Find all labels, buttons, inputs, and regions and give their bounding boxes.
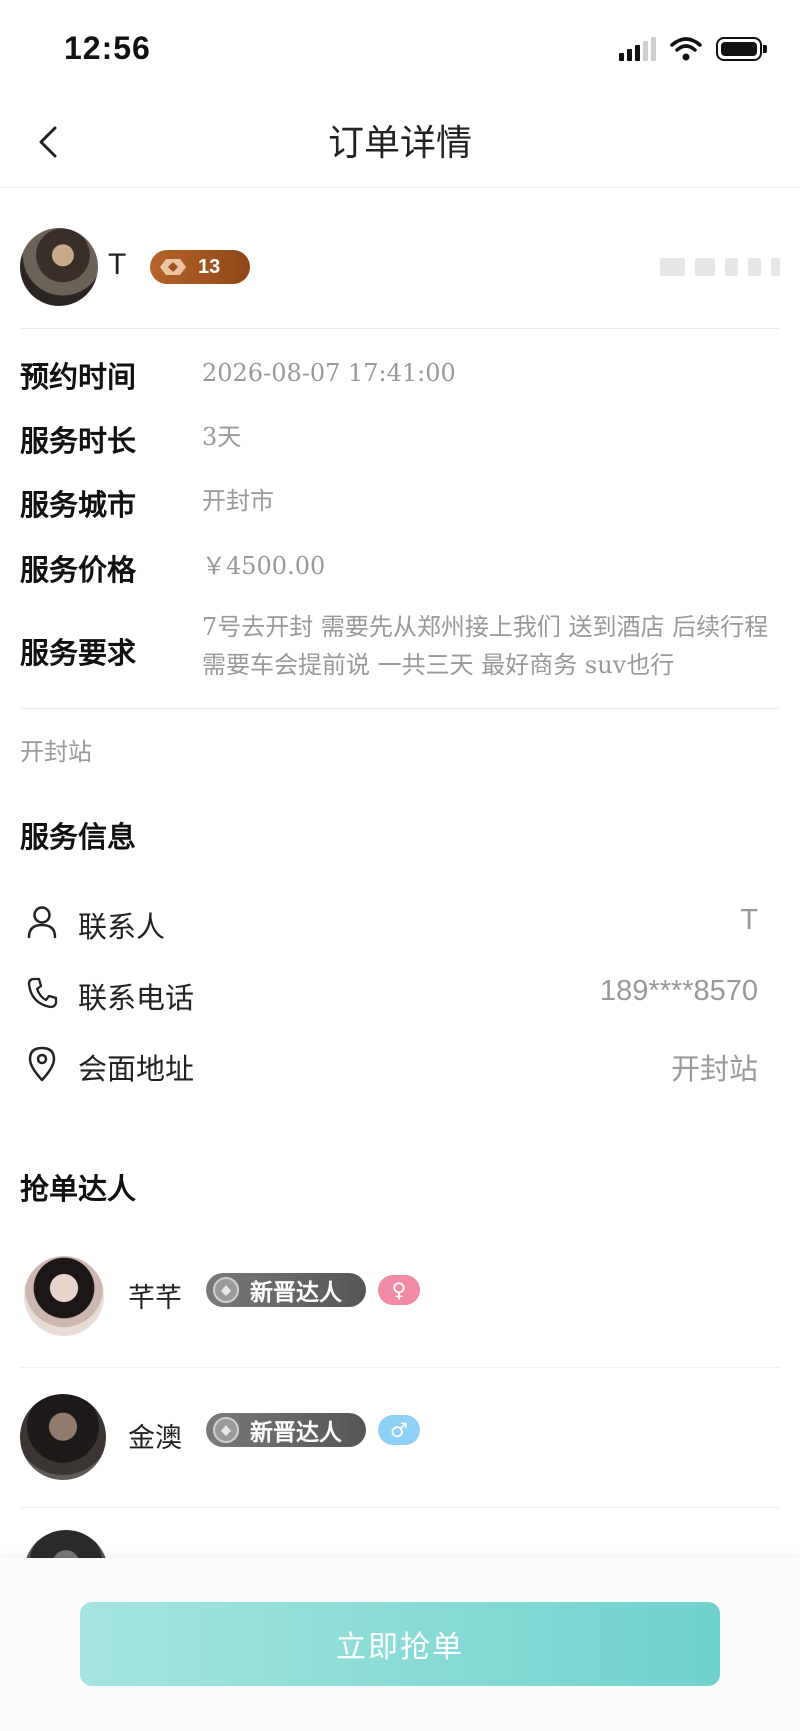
- status-icons: [619, 36, 767, 62]
- grabbers-title: 抢单达人: [20, 1172, 137, 1206]
- avatar: [24, 1256, 104, 1336]
- grabber-item[interactable]: 芊芊 新晋达人 ♀: [20, 1228, 780, 1368]
- person-icon: [24, 904, 60, 940]
- nav-bar: 订单详情: [0, 96, 800, 188]
- grabber-name: 芊芊: [128, 1283, 182, 1314]
- info-value: 189****8570: [599, 975, 758, 1007]
- detail-row-requirements: 服务要求 7号去开封 需要先从郑州接上我们 送到酒店 后续行程需要车会提前说 一…: [20, 608, 780, 688]
- blurred-text: [660, 258, 781, 278]
- detail-value: 2026-08-07 17:41:00: [202, 359, 456, 387]
- detail-value: 3天: [202, 423, 242, 451]
- contact-person-row: 联系人 T: [20, 898, 758, 948]
- detail-label: 服务价格: [20, 553, 137, 587]
- signal-icon: [619, 37, 656, 61]
- service-info-title: 服务信息: [20, 820, 137, 854]
- phone-icon: [24, 975, 60, 1011]
- male-icon: ♂: [378, 1415, 420, 1445]
- divider: [20, 708, 780, 709]
- tag-text: 新晋达人: [250, 1280, 342, 1306]
- badge-icon: [210, 1416, 242, 1444]
- wifi-icon: [670, 37, 702, 61]
- female-icon: ♀: [378, 1275, 420, 1305]
- detail-label: 服务时长: [20, 424, 137, 458]
- grabber-name: 金澳: [128, 1423, 182, 1454]
- info-label: 会面地址: [78, 1052, 195, 1086]
- detail-row-appointment-time: 预约时间 2026-08-07 17:41:00: [20, 352, 780, 396]
- info-value: T: [740, 904, 758, 936]
- detail-label: 服务要求: [20, 636, 137, 670]
- info-value: 开封站: [670, 1054, 758, 1086]
- grab-order-button[interactable]: 立即抢单: [80, 1602, 720, 1686]
- badge-icon: [210, 1276, 242, 1304]
- level-badge: 13: [150, 250, 250, 284]
- status-bar: 12:56: [0, 0, 800, 96]
- bottom-action-bar: 立即抢单: [0, 1558, 800, 1731]
- avatar[interactable]: [20, 228, 98, 306]
- station-text: 开封站: [20, 738, 92, 766]
- detail-value: 开封市: [202, 487, 274, 515]
- detail-value: ￥4500.00: [202, 552, 326, 580]
- battery-icon: [716, 37, 767, 61]
- grabber-item[interactable]: 金澳 新晋达人 ♂: [20, 1368, 780, 1508]
- info-label: 联系电话: [78, 981, 195, 1015]
- info-label: 联系人: [78, 910, 166, 944]
- order-user: T 13: [20, 228, 781, 306]
- meeting-address-row[interactable]: 会面地址 开封站: [20, 1040, 758, 1090]
- detail-value: 7号去开封 需要先从郑州接上我们 送到酒店 后续行程需要车会提前说 一共三天 最…: [202, 613, 769, 679]
- avatar: [20, 1394, 106, 1480]
- tag-text: 新晋达人: [250, 1420, 342, 1446]
- new-talent-badge: 新晋达人: [206, 1413, 366, 1447]
- detail-label: 服务城市: [20, 488, 137, 522]
- location-pin-icon: [24, 1046, 60, 1082]
- new-talent-badge: 新晋达人: [206, 1273, 366, 1307]
- contact-phone-row[interactable]: 联系电话 189****8570: [20, 969, 758, 1019]
- user-name: T: [108, 248, 127, 281]
- diamond-icon: [156, 254, 190, 280]
- divider: [20, 328, 780, 329]
- status-time: 12:56: [64, 30, 151, 66]
- detail-row-city: 服务城市 开封市: [20, 480, 780, 524]
- page-title: 订单详情: [327, 123, 472, 164]
- detail-row-duration: 服务时长 3天: [20, 416, 780, 460]
- detail-row-price: 服务价格 ￥4500.00: [20, 545, 780, 589]
- detail-label: 预约时间: [20, 360, 137, 394]
- level-number: 13: [198, 255, 221, 278]
